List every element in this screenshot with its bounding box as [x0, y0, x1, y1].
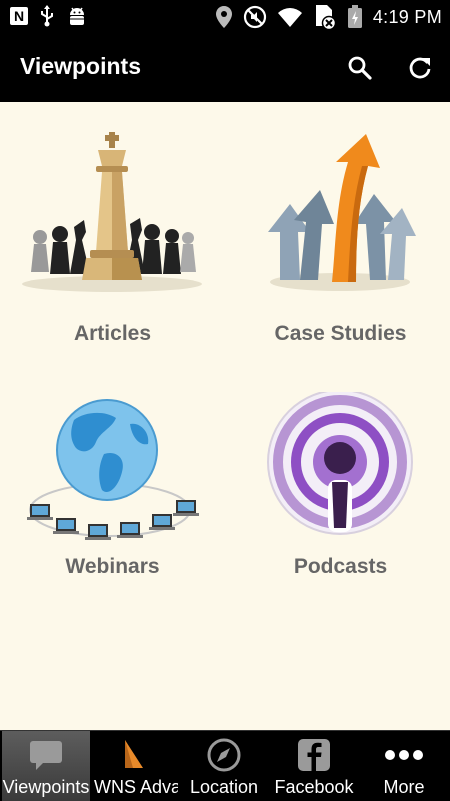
- nav-label-facebook: Facebook: [274, 777, 354, 797]
- status-bar: N 4:19 PM: [0, 0, 450, 34]
- tile-articles[interactable]: Articles: [0, 132, 225, 372]
- notification-n-icon: N: [10, 7, 28, 25]
- nav-item-wns-advantage[interactable]: WNS Adva: [90, 731, 178, 801]
- nav-item-more[interactable]: More: [360, 731, 448, 801]
- rising-arrows-icon: [268, 134, 416, 291]
- nav-label-more: More: [383, 777, 425, 797]
- location-icon: [215, 6, 232, 28]
- tile-label-webinars: Webinars: [65, 555, 160, 578]
- tile-webinars[interactable]: Webinars: [0, 392, 225, 632]
- facebook-icon: [298, 739, 330, 771]
- search-icon: [348, 56, 372, 80]
- globe-network-icon: [27, 399, 199, 540]
- bottom-navigation: Viewpoints WNS Adva Location Facebook Mo…: [0, 730, 450, 801]
- nav-label-location: Location: [189, 777, 259, 797]
- tile-label-articles: Articles: [73, 322, 152, 345]
- wifi-icon: [277, 8, 302, 27]
- nav-item-facebook[interactable]: Facebook: [270, 731, 358, 801]
- viewpoints-grid: Articles Case Studies Webinars Podcasts: [0, 102, 450, 730]
- tile-label-podcasts: Podcasts: [293, 555, 388, 578]
- compass-icon: [207, 738, 241, 772]
- wns-logo-icon: [125, 740, 143, 768]
- nav-item-location[interactable]: Location: [180, 731, 268, 801]
- android-debug-icon: [67, 7, 87, 25]
- nav-label-viewpoints: Viewpoints: [2, 777, 90, 797]
- chat-bubble-icon: [30, 741, 62, 770]
- refresh-icon: [409, 57, 431, 79]
- nav-label-wns-advantage: WNS Adva: [94, 777, 178, 797]
- refresh-button[interactable]: [403, 51, 437, 85]
- battery-icon: [347, 5, 362, 28]
- podcast-icon: [267, 392, 413, 535]
- no-sim-icon: [315, 5, 337, 30]
- more-dots-icon: [385, 750, 423, 760]
- tile-podcasts[interactable]: Podcasts: [228, 392, 450, 632]
- mute-icon: [243, 5, 266, 29]
- search-button[interactable]: [343, 51, 377, 85]
- chess-king-icon: [22, 132, 202, 292]
- app-bar: Viewpoints: [0, 34, 450, 102]
- usb-icon: [41, 5, 53, 27]
- status-time: 4:19 PM: [372, 6, 442, 27]
- page-title: Viewpoints: [20, 53, 141, 79]
- nav-item-viewpoints[interactable]: Viewpoints: [2, 731, 90, 801]
- tile-label-case-studies: Case Studies: [274, 322, 407, 345]
- tile-case-studies[interactable]: Case Studies: [228, 132, 450, 372]
